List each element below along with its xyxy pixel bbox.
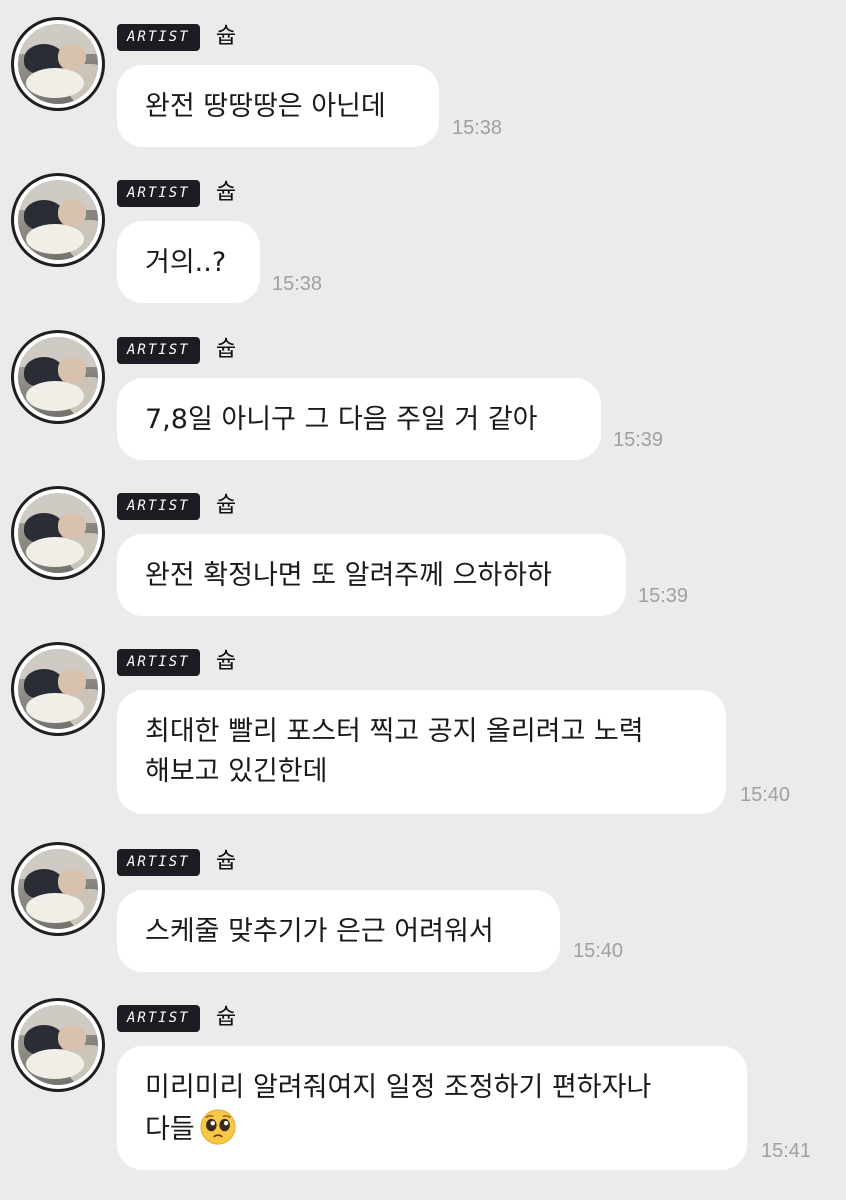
sender-name: 슙 bbox=[216, 24, 237, 49]
artist-badge: ARTIST bbox=[117, 493, 200, 520]
message-bubble[interactable]: 최대한 빨리 포스터 찍고 공지 올리려고 노력 해보고 있긴한데 bbox=[117, 690, 726, 814]
message-text: 완전 땅땅땅은 아닌데 bbox=[145, 91, 386, 122]
sender-name: 슙 bbox=[216, 180, 237, 205]
artist-badge: ARTIST bbox=[117, 24, 200, 51]
artist-badge: ARTIST bbox=[117, 180, 200, 207]
avatar[interactable] bbox=[11, 842, 105, 936]
message-timestamp: 15:40 bbox=[740, 784, 791, 806]
message-timestamp: 15:38 bbox=[272, 273, 323, 295]
message-text: 최대한 빨리 포스터 찍고 공지 올리려고 노력 bbox=[145, 716, 644, 747]
message-bubble[interactable]: 거의..? bbox=[117, 221, 260, 303]
message-bubble[interactable]: 스케줄 맞추기가 은근 어려워서 bbox=[117, 890, 560, 972]
artist-badge: ARTIST bbox=[117, 849, 200, 876]
message-timestamp: 15:40 bbox=[573, 940, 624, 962]
message-timestamp: 15:41 bbox=[761, 1140, 812, 1162]
sender-name: 슙 bbox=[216, 493, 237, 518]
sender-name: 슙 bbox=[216, 1005, 237, 1030]
artist-badge: ARTIST bbox=[117, 649, 200, 676]
message-text: 완전 확정나면 또 알려주께 으하하하 bbox=[145, 560, 552, 591]
message-text: 스케줄 맞추기가 은근 어려워서 bbox=[145, 916, 494, 947]
message-text: 다들 bbox=[145, 1114, 195, 1145]
message-timestamp: 15:39 bbox=[638, 585, 689, 607]
message-timestamp: 15:39 bbox=[613, 429, 664, 451]
artist-badge: ARTIST bbox=[117, 1005, 200, 1032]
message-text: 해보고 있긴한데 bbox=[145, 756, 328, 787]
avatar[interactable] bbox=[11, 173, 105, 267]
message-bubble[interactable]: 완전 땅땅땅은 아닌데 bbox=[117, 65, 439, 147]
sender-name: 슙 bbox=[216, 337, 237, 362]
artist-badge: ARTIST bbox=[117, 337, 200, 364]
message-text-line: 다들 bbox=[145, 1108, 719, 1150]
sender-name: 슙 bbox=[216, 849, 237, 874]
message-bubble[interactable]: 미리미리 알려줘여지 일정 조정하기 편하자나 다들 bbox=[117, 1046, 747, 1170]
message-text: 미리미리 알려줘여지 일정 조정하기 편하자나 bbox=[145, 1072, 652, 1103]
message-bubble[interactable]: 7,8일 아니구 그 다음 주일 거 같아 bbox=[117, 378, 601, 460]
avatar[interactable] bbox=[11, 330, 105, 424]
message-timestamp: 15:38 bbox=[452, 117, 503, 139]
message-text: 거의..? bbox=[145, 247, 227, 278]
avatar[interactable] bbox=[11, 486, 105, 580]
avatar[interactable] bbox=[11, 17, 105, 111]
avatar[interactable] bbox=[11, 998, 105, 1092]
avatar[interactable] bbox=[11, 642, 105, 736]
message-bubble[interactable]: 완전 확정나면 또 알려주께 으하하하 bbox=[117, 534, 626, 616]
message-text: 7,8일 아니구 그 다음 주일 거 같아 bbox=[145, 404, 538, 435]
sender-name: 슙 bbox=[216, 649, 237, 674]
pleading-face-icon bbox=[200, 1109, 236, 1145]
